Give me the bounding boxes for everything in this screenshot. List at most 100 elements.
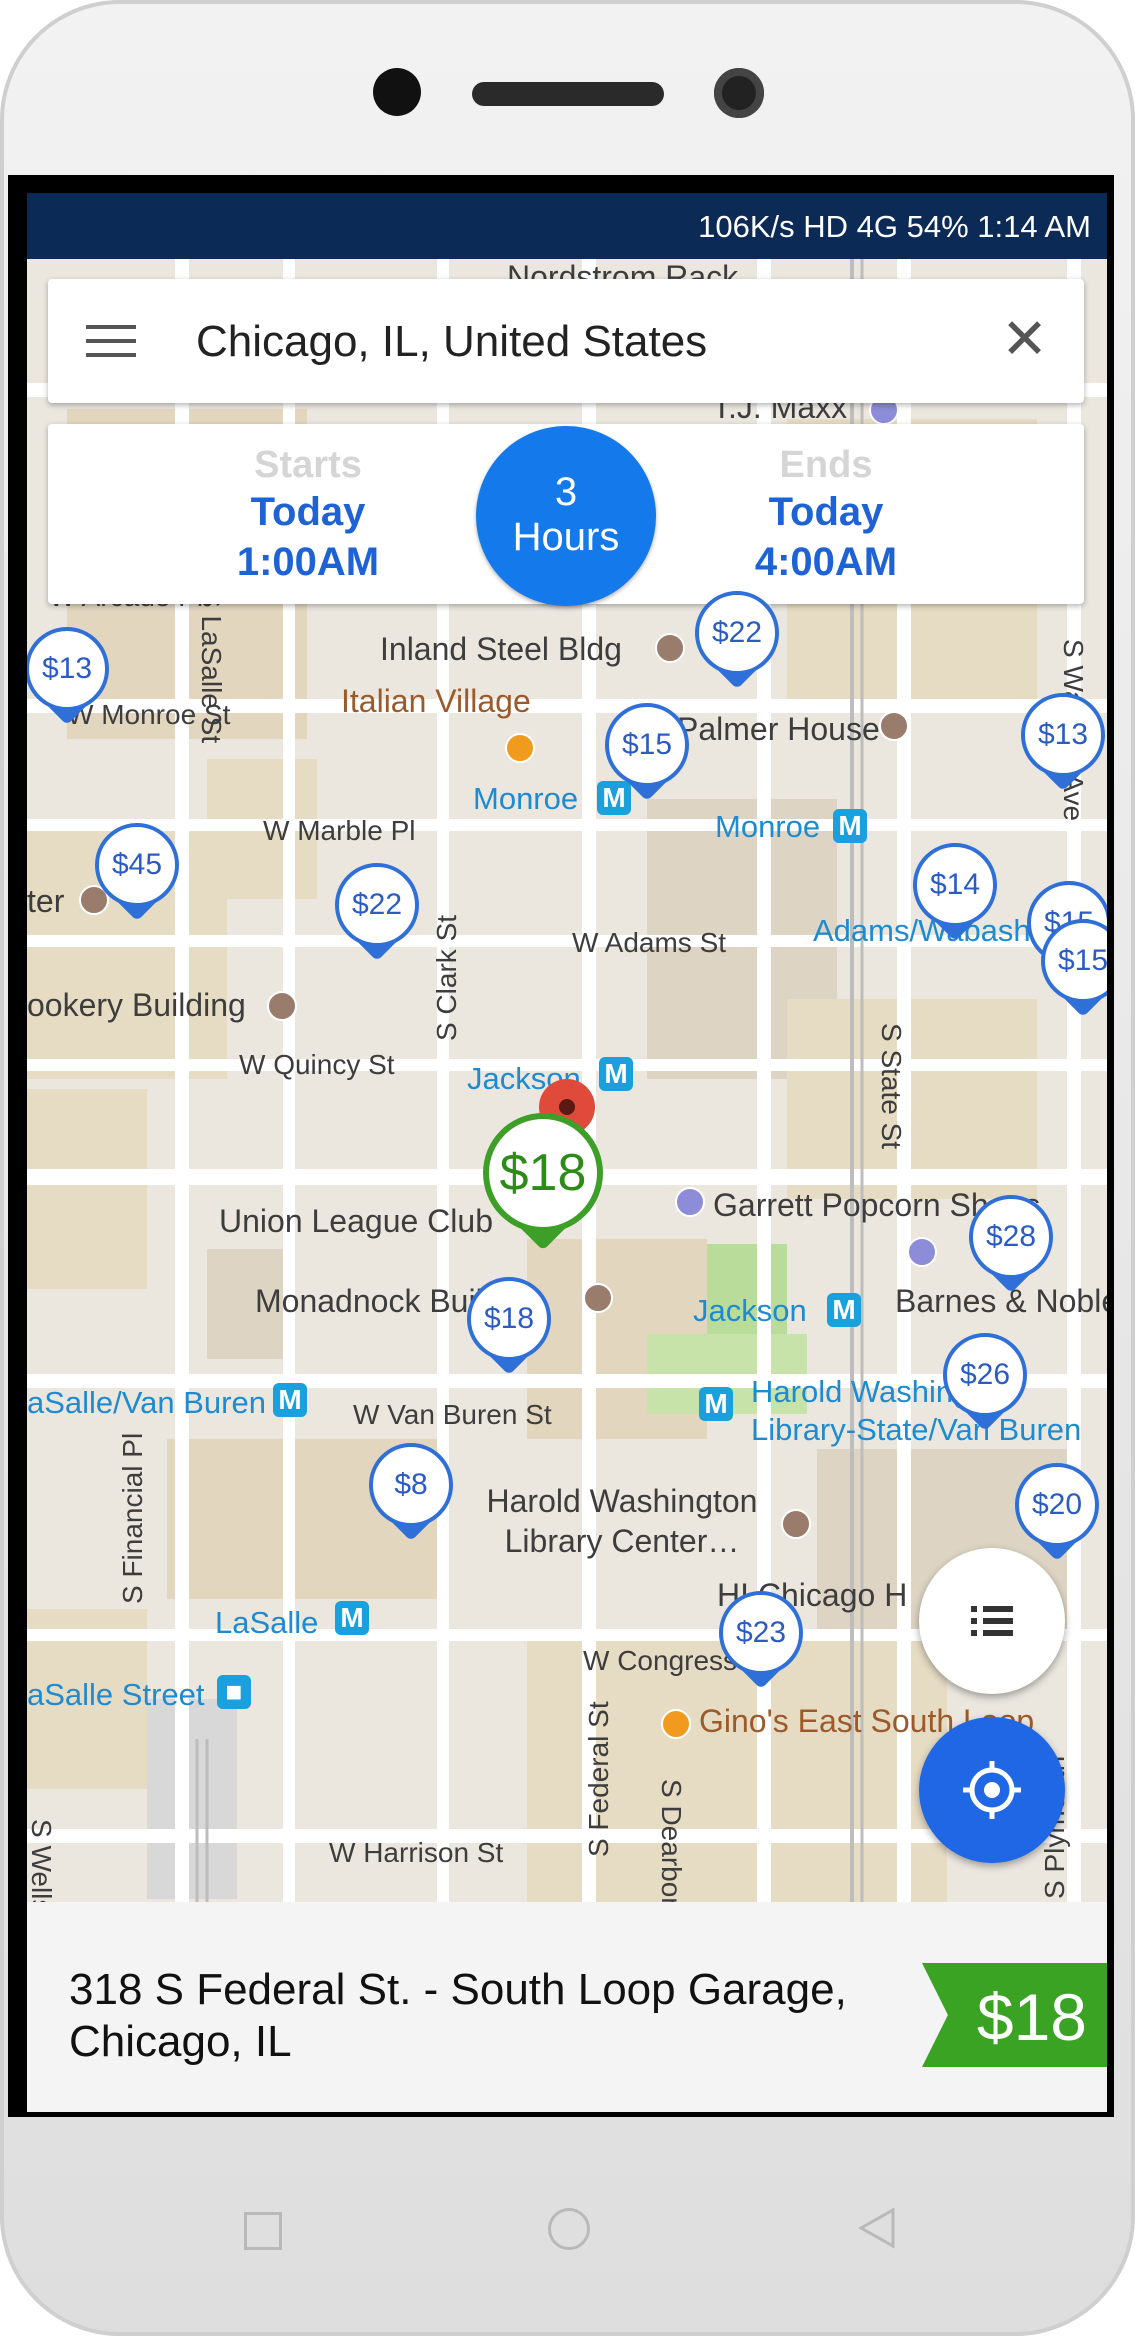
duration-value: 3	[554, 470, 578, 514]
map-label: aSalle/Van Buren	[27, 1385, 266, 1420]
building-icon	[583, 1283, 613, 1313]
price-pin[interactable]: $15	[605, 703, 689, 811]
map-label: Harold Washington Library Center…	[486, 1483, 758, 1559]
restaurant-icon	[505, 733, 535, 763]
map-label: ter	[27, 883, 65, 919]
map-label: Palmer House	[677, 711, 880, 747]
hotel-icon	[879, 711, 909, 741]
front-camera	[373, 68, 421, 116]
listing-address: 318 S Federal St. - South Loop Garage, C…	[69, 1965, 847, 2066]
price-pin[interactable]: $22	[335, 863, 419, 971]
list-view-button[interactable]	[919, 1548, 1065, 1694]
list-view-icon	[971, 1606, 1013, 1636]
price-pin-label: $18	[467, 1277, 551, 1361]
price-pin-label: $45	[95, 823, 179, 907]
metro-icon: M	[273, 1383, 307, 1417]
price-pin-label: $15	[605, 703, 689, 787]
price-pin-label: $14	[913, 843, 997, 927]
price-pin[interactable]: $13	[1021, 693, 1105, 801]
search-query[interactable]: Chicago, IL, United States	[196, 317, 707, 367]
camera-sensor	[714, 68, 764, 118]
map-label: Monroe	[715, 809, 821, 844]
map-label: Harold Washington Library-State/Van Bure…	[751, 1374, 1082, 1447]
building-icon	[655, 633, 685, 663]
recents-icon[interactable]	[244, 2212, 282, 2250]
start-day: Today	[250, 490, 366, 534]
start-time-value: 1:00AM	[236, 540, 380, 584]
shop-icon	[907, 1237, 937, 1267]
map-label: S Wells	[27, 1819, 57, 1902]
end-time-value: 4:00AM	[754, 540, 898, 584]
map-label: Italian Village	[341, 683, 531, 719]
price-pin-label: $23	[719, 1591, 803, 1675]
map-label: Monroe	[473, 781, 579, 816]
price-pin-label: $13	[1021, 693, 1105, 777]
price-pin[interactable]: $22	[695, 591, 779, 699]
library-icon	[781, 1509, 811, 1539]
status-bar: 106K/s HD 4G 54% 1:14 AM	[27, 193, 1107, 259]
map-label: Union League Club	[219, 1203, 493, 1239]
price-pin[interactable]: $13	[27, 627, 109, 735]
selected-listing-card[interactable]: 318 S Federal St. - South Loop Garage, C…	[27, 1902, 1107, 2112]
map-label: ookery Building	[27, 987, 246, 1023]
metro-icon: M	[335, 1601, 369, 1635]
price-pin-label: $8	[369, 1443, 453, 1527]
train-icon: ■	[217, 1675, 251, 1709]
close-icon[interactable]: ✕	[1001, 309, 1048, 369]
listing-price: $18	[976, 1980, 1087, 2054]
price-pin-label: $20	[1015, 1463, 1099, 1547]
end-day: Today	[768, 490, 884, 534]
price-pin-label: $26	[943, 1333, 1027, 1417]
price-pin[interactable]: $8	[369, 1443, 453, 1551]
price-pin[interactable]: $18	[467, 1277, 551, 1385]
selected-price-pin-label: $18	[483, 1113, 603, 1233]
shop-icon	[675, 1187, 705, 1217]
map-label: S Financial Pl	[117, 1432, 148, 1604]
price-pin[interactable]: $15	[1041, 919, 1107, 1027]
map-label: W Quincy St	[239, 1049, 395, 1080]
map-label: S Clark St	[431, 914, 462, 1041]
metro-icon: M	[699, 1387, 733, 1421]
price-pin-label: $13	[27, 627, 109, 711]
restaurant-icon	[661, 1709, 691, 1739]
map-label: S Dearborn	[656, 1779, 687, 1902]
price-pin[interactable]: $23	[719, 1591, 803, 1699]
price-pin[interactable]: $45	[95, 823, 179, 931]
building-icon	[267, 991, 297, 1021]
price-pin[interactable]: $26	[943, 1333, 1027, 1441]
metro-icon: M	[599, 1057, 633, 1091]
my-location-button[interactable]	[919, 1717, 1065, 1863]
price-pin[interactable]: $14	[913, 843, 997, 951]
status-text: 106K/s HD 4G 54% 1:14 AM	[698, 209, 1091, 244]
map-label: S State St	[876, 1023, 907, 1150]
map-label: LaSalle	[215, 1605, 319, 1640]
earpiece-speaker	[472, 82, 664, 106]
map-label: aSalle Street	[27, 1677, 205, 1712]
start-time[interactable]: Starts Today 1:00AM	[158, 444, 458, 587]
my-location-icon	[963, 1761, 1021, 1819]
price-pin-label: $22	[695, 591, 779, 675]
map-label: Jackson	[693, 1293, 807, 1328]
map-label: W Harrison St	[329, 1837, 504, 1868]
hamburger-menu-icon[interactable]	[86, 325, 136, 357]
time-selector: Starts Today 1:00AM 3 Hours Ends Today 4…	[48, 424, 1084, 606]
map-label: W Marble Pl	[263, 815, 416, 846]
map-label: W Adams St	[572, 927, 727, 958]
map-label: W Van Buren St	[353, 1399, 552, 1430]
end-label: Ends	[779, 444, 873, 486]
search-bar[interactable]: Chicago, IL, United States ✕	[48, 279, 1084, 403]
map-label: Inland Steel Bldg	[380, 631, 622, 667]
metro-icon: M	[827, 1293, 861, 1327]
duration-unit: Hours	[512, 515, 620, 559]
price-pin-label: $22	[335, 863, 419, 947]
price-pin-label: $28	[969, 1195, 1053, 1279]
home-icon[interactable]	[548, 2208, 590, 2250]
start-label: Starts	[254, 444, 362, 486]
end-time[interactable]: Ends Today 4:00AM	[676, 444, 976, 587]
map-label: S Federal St	[583, 1701, 614, 1857]
price-pin[interactable]: $28	[969, 1195, 1053, 1303]
selected-price-pin[interactable]: $18	[483, 1113, 603, 1263]
map-label: W Congress	[583, 1645, 738, 1676]
duration-button[interactable]: 3 Hours	[476, 426, 656, 606]
back-icon[interactable]	[855, 2206, 899, 2250]
